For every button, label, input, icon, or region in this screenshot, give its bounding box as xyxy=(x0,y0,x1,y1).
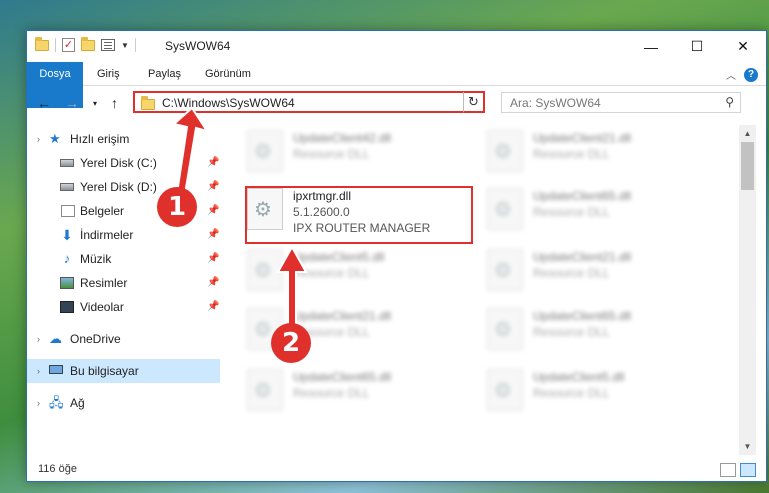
annotation-arrows xyxy=(171,106,308,335)
step-badge-1: 1 xyxy=(157,187,197,227)
arrow-2-icon xyxy=(276,244,308,335)
step-badge-2: 2 xyxy=(271,323,311,363)
